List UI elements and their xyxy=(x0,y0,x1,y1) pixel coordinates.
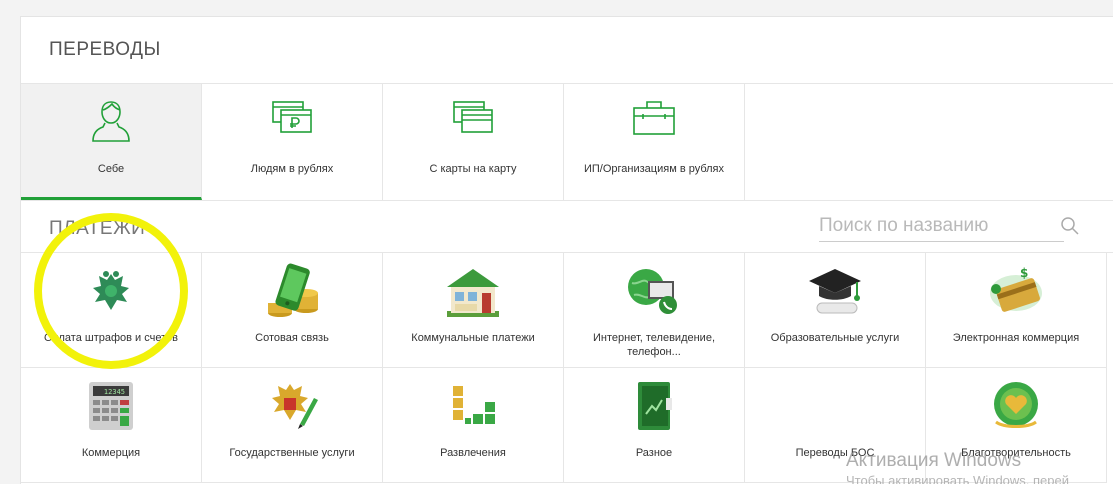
transfer-people-rub-label: Людям в рублях xyxy=(250,163,334,175)
payment-mobile[interactable]: Сотовая связь xyxy=(202,253,383,368)
transfer-self[interactable]: Себе xyxy=(21,84,202,200)
payment-utilities[interactable]: Коммунальные платежи xyxy=(383,253,564,368)
windows-activation-watermark: Активация Windows xyxy=(846,450,1022,471)
transfer-org-rub[interactable]: ИП/Организациям в рублях xyxy=(564,84,745,200)
payment-education-label: Образовательные услуги xyxy=(770,332,900,344)
payment-commerce[interactable]: 12345 Коммерция xyxy=(21,368,202,483)
briefcase-icon xyxy=(564,98,744,144)
payment-fines-label: Оплата штрафов и счетов xyxy=(44,332,178,344)
person-icon xyxy=(21,98,201,144)
payment-education[interactable]: Образовательные услуги xyxy=(745,253,926,368)
search-field xyxy=(819,212,1079,242)
payment-utilities-label: Коммунальные платежи xyxy=(411,332,535,344)
payment-ecommerce[interactable]: $ Электронная коммерция xyxy=(926,253,1107,368)
folder-icon xyxy=(564,378,744,434)
search-icon[interactable] xyxy=(1060,216,1080,241)
ecommerce-card-icon: $ xyxy=(926,263,1106,319)
emblem-icon xyxy=(21,263,201,319)
transfers-title: ПЕРЕВОДЫ xyxy=(49,39,161,60)
transfer-card-to-card-label: С карты на карту xyxy=(429,163,517,175)
transfer-org-rub-label: ИП/Организациям в рублях xyxy=(583,163,725,175)
payment-mobile-label: Сотовая связь xyxy=(255,332,329,344)
payment-fines[interactable]: Оплата штрафов и счетов xyxy=(21,253,202,368)
calculator-icon: 12345 xyxy=(21,378,201,434)
payment-entertainment-label: Развлечения xyxy=(440,447,506,459)
search-input[interactable] xyxy=(819,212,1039,240)
payment-internet-tv-label: Интернет, телевидение, телефон... xyxy=(592,332,715,358)
payment-ecommerce-label: Электронная коммерция xyxy=(952,332,1080,344)
graduation-cap-icon xyxy=(745,263,925,319)
cards-icon xyxy=(383,98,563,144)
blocks-icon xyxy=(383,378,563,434)
transfer-self-label: Себе xyxy=(97,163,125,175)
payment-internet-tv[interactable]: Интернет, телевидение, телефон... xyxy=(564,253,745,368)
payment-misc[interactable]: Разное xyxy=(564,368,745,483)
house-icon xyxy=(383,263,563,319)
transfers-row: Себе Людям в рублях С карты на карту ИП/… xyxy=(21,84,1113,200)
calculator-display: 12345 xyxy=(104,388,125,396)
globe-phone-icon xyxy=(564,263,744,319)
phone-coins-icon xyxy=(202,263,382,319)
payments-title: ПЛАТЕЖИ xyxy=(49,218,146,239)
payment-misc-label: Разное xyxy=(635,447,673,459)
payment-government-label: Государственные услуги xyxy=(229,447,355,459)
transfer-people-rub[interactable]: Людям в рублях xyxy=(202,84,383,200)
payment-commerce-label: Коммерция xyxy=(81,447,141,459)
emblem-pen-icon xyxy=(202,378,382,434)
svg-text:$: $ xyxy=(1020,266,1028,280)
transfer-card-to-card[interactable]: С карты на карту xyxy=(383,84,564,200)
payment-government[interactable]: Государственные услуги xyxy=(202,368,383,483)
payment-entertainment[interactable]: Развлечения xyxy=(383,368,564,483)
main-panel: ПЕРЕВОДЫ Себе Людям в рублях С карты на … xyxy=(20,16,1113,484)
charity-heart-icon xyxy=(926,378,1106,434)
divider xyxy=(21,200,1113,201)
windows-activation-hint: Чтобы активировать Windows, перей xyxy=(846,473,1070,484)
ruble-cards-icon xyxy=(202,98,382,144)
